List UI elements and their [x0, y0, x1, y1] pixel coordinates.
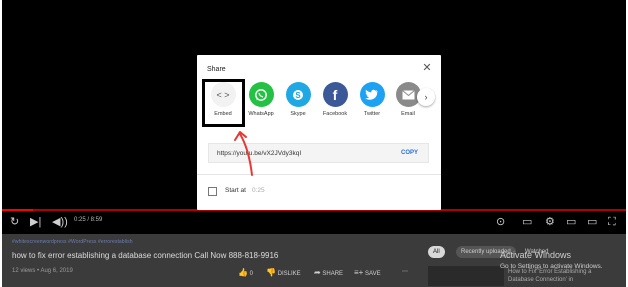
video-hashtags[interactable]: #whitescreenwordpress #WordPress #errore…: [12, 239, 133, 245]
screenshot-frame: ↻ ▶︎| ◀)) 0:25 / 8:59 ⊙ ▭ ⚙ ▭ ▭ ⛶ #white…: [0, 0, 628, 287]
whatsapp-icon: [248, 82, 274, 107]
thumbs-down-icon: 👎: [266, 268, 276, 277]
volume-icon[interactable]: ◀)): [52, 215, 68, 229]
theater-mode-icon[interactable]: ▭: [587, 215, 597, 229]
share-email-label: Email: [401, 111, 415, 117]
dislike-label: DISLIKE: [277, 271, 301, 277]
activate-windows-title: Activate Windows: [500, 250, 572, 260]
settings-gear-icon[interactable]: ⚙: [545, 215, 555, 229]
share-arrow-icon: ➦: [314, 268, 321, 277]
dislike-button[interactable]: 👎 DISLIKE: [266, 268, 301, 277]
share-label: SHARE: [322, 271, 344, 277]
share-whatsapp-button[interactable]: WhatsApp: [245, 82, 277, 117]
svg-text:S: S: [295, 91, 301, 100]
captions-icon[interactable]: ▭: [522, 215, 532, 229]
activate-windows-subtitle: Go to Settings to activate Windows.: [500, 263, 603, 270]
chip-all[interactable]: All: [428, 246, 445, 258]
facebook-icon: f: [322, 82, 348, 107]
start-at-checkbox[interactable]: [208, 187, 217, 196]
share-whatsapp-label: WhatsApp: [248, 111, 274, 117]
like-button[interactable]: 👍 0: [238, 268, 253, 277]
share-twitter-label: Twitter: [363, 111, 381, 117]
start-at-label: Start at: [225, 187, 246, 194]
autoplay-toggle-icon[interactable]: ⊙: [496, 215, 505, 229]
fullscreen-icon[interactable]: ⛶: [608, 215, 616, 229]
thumbs-up-icon: 👍: [238, 268, 248, 277]
video-meta: 12 views • Aug 6, 2019: [12, 268, 73, 274]
next-video-icon[interactable]: ▶︎|: [30, 215, 41, 229]
related-video-title[interactable]: How to Fix 'Error Establishing a Databas…: [508, 268, 618, 284]
miniplayer-icon[interactable]: ▭: [566, 215, 576, 229]
like-count: 0: [249, 271, 253, 277]
chevron-right-icon[interactable]: ›: [417, 88, 435, 106]
share-button[interactable]: ➦ SHARE: [314, 268, 343, 277]
video-title: how to fix error establishing a database…: [12, 251, 279, 260]
related-video-thumbnail[interactable]: [428, 266, 504, 286]
skype-icon: S: [285, 82, 311, 107]
start-at-time[interactable]: 0:25: [252, 187, 265, 194]
share-facebook-label: Facebook: [322, 111, 348, 117]
more-actions-icon[interactable]: ⋯: [402, 268, 408, 275]
share-skype-label: Skype: [290, 111, 306, 117]
share-facebook-button[interactable]: f Facebook: [319, 82, 351, 117]
annotation-arrow: [234, 131, 253, 176]
replay-icon[interactable]: ↻: [10, 215, 19, 229]
dialog-title: Share: [207, 66, 226, 73]
copy-button[interactable]: COPY: [401, 150, 418, 156]
player-controls: ↻ ▶︎| ◀)) 0:25 / 8:59 ⊙ ▭ ⚙ ▭ ▭ ⛶: [2, 211, 626, 234]
save-label: SAVE: [365, 271, 381, 277]
share-twitter-button[interactable]: Twitter: [356, 82, 388, 117]
twitter-icon: [359, 82, 385, 107]
save-button[interactable]: ≡+ SAVE: [354, 268, 381, 277]
time-readout: 0:25 / 8:59: [74, 217, 103, 223]
playlist-add-icon: ≡+: [354, 268, 364, 277]
close-icon[interactable]: ✕: [421, 62, 433, 74]
share-skype-button[interactable]: S Skype: [282, 82, 314, 117]
